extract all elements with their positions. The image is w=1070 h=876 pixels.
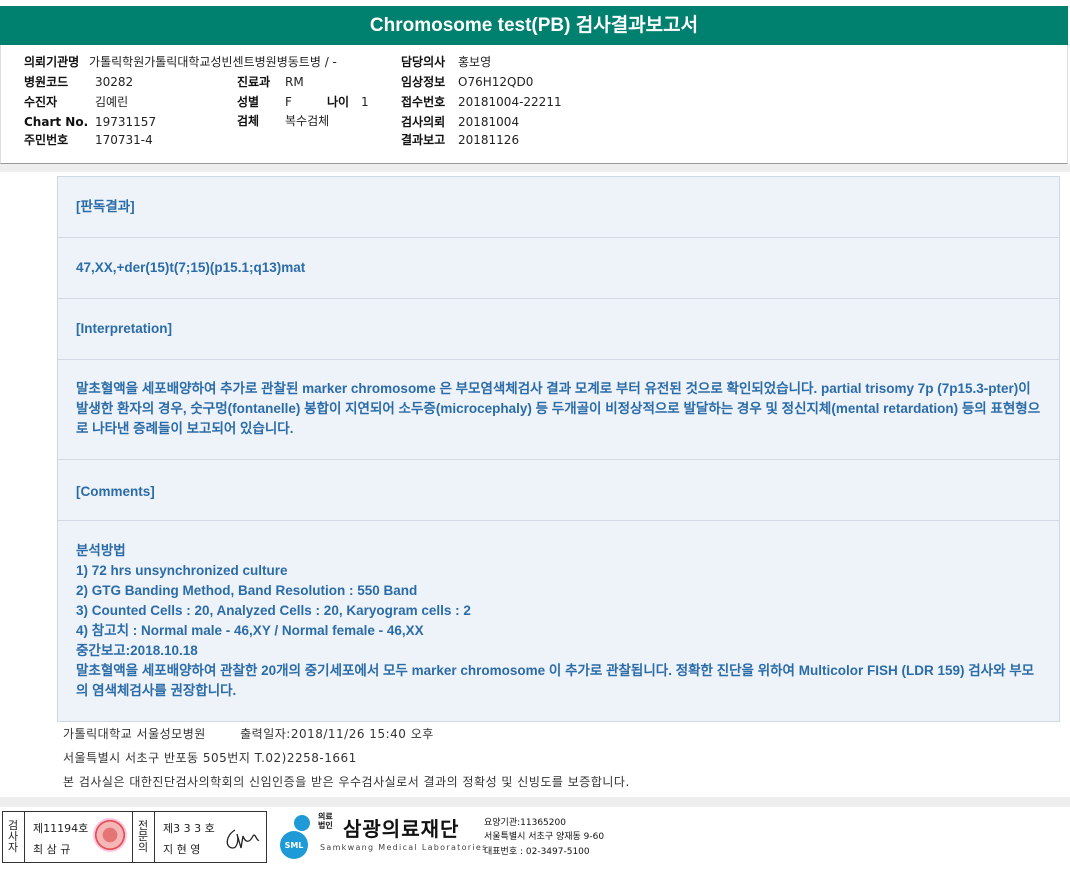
resident-label: 주민번호	[24, 133, 69, 147]
doctor-number: 제3 3 3 호	[163, 822, 215, 835]
interpretation-section: 말초혈액을 세포배양하여 추가로 관찰된 marker chromosome 은…	[58, 360, 1059, 460]
chart-label: Chart No.	[24, 115, 89, 129]
confirm-vertical-label: 전문의	[137, 819, 149, 854]
patient-label: 수진자	[24, 95, 58, 109]
footer-hospital-line: 가톨릭대학교 서울성모병원 출력일자:2018/11/26 15:40 오후	[63, 725, 434, 742]
comments-block: 분석방법 1) 72 hrs unsynchronized culture 2)…	[76, 541, 1046, 701]
request-value: 20181004	[458, 115, 520, 129]
resident-value: 170731-4	[95, 133, 153, 147]
institution-row: 의뢰기관명 가톨릭학원가톨릭대학교성빈센트병원병동트병 / -	[24, 55, 337, 69]
age-label: 나이	[327, 95, 350, 109]
lab-address: 서울특별시 서초구 양재동 9-60	[484, 832, 605, 842]
interpretation-heading: [Interpretation]	[76, 321, 172, 336]
department-label: 진료과	[237, 75, 271, 89]
chart-value: 19731157	[95, 115, 157, 129]
clinical-label: 임상정보	[401, 75, 446, 89]
result-heading: [판독결과]	[76, 199, 135, 214]
inspector-vertical-cell: 검사자	[3, 812, 25, 862]
specimen-label: 검체	[237, 114, 260, 128]
hospital-code-row: 병원코드	[24, 75, 68, 89]
doctor-value: 홍보영	[458, 55, 492, 69]
lab-phone: 대표번호 : 02-3497-5100	[484, 847, 590, 857]
institution-label: 의뢰기관명	[24, 55, 80, 69]
receipt-label: 접수번호	[401, 95, 446, 109]
report-date-label: 결과보고	[401, 133, 446, 147]
request-label: 검사의뢰	[401, 115, 446, 129]
comments-heading-section: [Comments]	[58, 460, 1059, 521]
comments-heading: [Comments]	[76, 484, 155, 499]
age-value: 1	[361, 95, 369, 109]
institution-value: 가톨릭학원가톨릭대학교성빈센트병원	[89, 55, 277, 69]
sml-logo-text: SML	[285, 841, 304, 850]
footer-hospital: 가톨릭대학교 서울성모병원	[63, 727, 206, 741]
comment-line: 4) 참고치 : Normal male - 46,XY / Normal fe…	[76, 623, 424, 638]
signature-box: 검사자 제11194호 최 삼 규 전문의 제3 3 3 호 지 현 영	[2, 811, 267, 863]
comment-paragraph: 말초혈액을 세포배양하여 관찰한 20개의 중기세포에서 모두 marker c…	[76, 663, 1035, 698]
footer-address: 서울특별시 서초구 반포동 505번지 T.02)2258-1661	[63, 751, 357, 765]
lab-code: 요양기관:11365200	[484, 818, 566, 828]
report-date-value: 20181126	[458, 133, 520, 147]
karyotype-section: 47,XX,+der(15)t(7;15)(p15.1;q13)mat	[58, 238, 1059, 299]
report-title: Chromosome test(PB) 검사결과보고서	[0, 6, 1068, 45]
karyotype-result: 47,XX,+der(15)t(7;15)(p15.1;q13)mat	[76, 260, 306, 275]
clinical-value: O76H12QD0	[458, 75, 534, 89]
report-body: [판독결과] 47,XX,+der(15)t(7;15)(p15.1;q13)m…	[57, 176, 1060, 722]
interpretation-text: 말초혈액을 세포배양하여 추가로 관찰된 marker chromosome 은…	[76, 381, 1041, 436]
department-value: RM	[285, 75, 304, 89]
inspector-name: 최 삼 규	[33, 843, 71, 856]
footer-print-time: 출력일자:2018/11/26 15:40 오후	[240, 727, 434, 741]
signature-icon	[226, 829, 260, 849]
comment-line: 2) GTG Banding Method, Band Resolution :…	[76, 583, 418, 598]
doctor-label: 담당의사	[401, 55, 446, 69]
hospital-code-value: 30282	[95, 75, 134, 89]
sex-value: F	[285, 95, 292, 109]
separator-band	[0, 164, 1070, 172]
inspector-vertical-label: 검사자	[7, 819, 19, 854]
bottom-band	[0, 797, 1070, 807]
specimen-value: 복수검체	[285, 114, 330, 128]
sml-logo-icon: SML	[280, 815, 310, 859]
comment-line: 3) Counted Cells : 20, Analyzed Cells : …	[76, 603, 471, 618]
lab-english-name: Samkwang Medical Laboratories	[320, 843, 488, 852]
comment-line: 분석방법	[76, 543, 126, 558]
hospital-code-label: 병원코드	[24, 75, 69, 89]
footer-notice: 본 검사실은 대한진단검사의학회의 신임인증을 받은 우수검사실로서 결과의 정…	[63, 775, 630, 789]
lab-legal-tag: 의료 법인	[318, 812, 333, 830]
comments-section: 분석방법 1) 72 hrs unsynchronized culture 2)…	[58, 521, 1059, 721]
doctor-name: 지 현 영	[163, 843, 201, 856]
ward-value: 병동트병 / -	[276, 55, 337, 69]
receipt-value: 20181004-22211	[458, 95, 562, 109]
inspector-number: 제11194호	[33, 822, 89, 835]
result-heading-section: [판독결과]	[58, 177, 1059, 238]
confirm-vertical-cell: 전문의	[133, 812, 155, 862]
lab-name: 삼광의료재단	[343, 817, 460, 841]
sex-label: 성별	[237, 95, 260, 109]
comment-line: 1) 72 hrs unsynchronized culture	[76, 563, 288, 578]
comment-line: 중간보고:2018.10.18	[76, 643, 198, 658]
interpretation-heading-section: [Interpretation]	[58, 299, 1059, 360]
patient-value: 김예린	[95, 95, 129, 109]
official-seal-icon	[93, 818, 127, 852]
